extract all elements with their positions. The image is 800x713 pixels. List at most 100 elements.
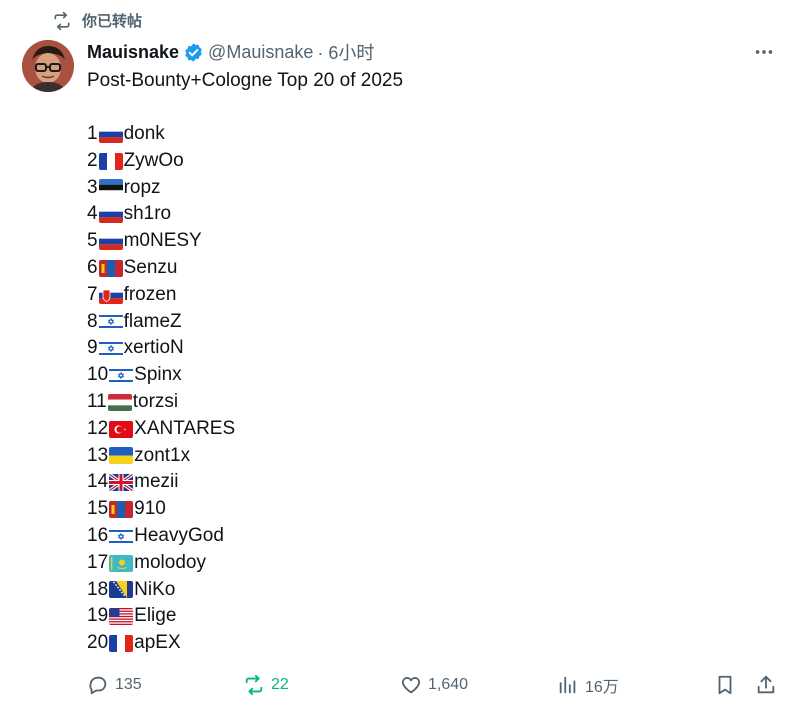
flag-ukraine-icon	[109, 447, 134, 465]
flag-israel-icon	[98, 340, 123, 358]
ranking-number: 9	[87, 337, 98, 359]
ranking-row: 7 frozen	[87, 282, 403, 309]
ranking-number: 1	[87, 123, 98, 144]
flag-hungary-icon	[107, 393, 132, 411]
player-name: torzsi	[132, 390, 179, 412]
player-name: ropz	[123, 176, 161, 198]
flag-france-icon	[98, 152, 123, 170]
ranking-number: 15	[87, 498, 109, 520]
flag-russia-icon	[98, 125, 123, 143]
player-name: frozen	[123, 283, 177, 305]
share-button[interactable]	[755, 674, 777, 696]
ranking-row: 3 ropz	[87, 175, 403, 202]
flag-usa-icon	[109, 608, 134, 626]
ranking-row: 2 ZywOo	[87, 148, 403, 175]
repost-button[interactable]: 22	[243, 674, 289, 696]
player-name: XANTARES	[134, 417, 236, 439]
player-name: Elige	[134, 605, 177, 627]
avatar[interactable]	[22, 40, 74, 92]
flag-uk-icon	[109, 474, 134, 492]
flag-israel-icon	[98, 313, 123, 331]
player-name: donk	[123, 123, 165, 144]
more-icon[interactable]	[750, 40, 778, 64]
ranking-row: 17 molodoy	[87, 550, 403, 577]
ranking-number: 14	[87, 471, 109, 493]
ranking-number: 13	[87, 444, 109, 466]
ranking-number: 10	[87, 364, 109, 386]
ranking-row: 4 sh1ro	[87, 201, 403, 228]
player-name: Spinx	[134, 364, 182, 386]
flag-estonia-icon	[98, 179, 123, 197]
ranking-number: 8	[87, 310, 98, 332]
ranking-number: 17	[87, 551, 109, 573]
ranking-row: 1 donk	[87, 121, 403, 148]
player-name: HeavyGod	[134, 524, 224, 546]
player-name: 910	[134, 498, 166, 520]
ranking-row: 16 HeavyGod	[87, 523, 403, 550]
ranking-number: 4	[87, 203, 98, 225]
player-name: NiKo	[134, 578, 176, 600]
flag-russia-icon	[98, 206, 123, 224]
views-button[interactable]: 16万	[557, 673, 619, 697]
flag-slovakia-icon	[98, 286, 123, 304]
flag-kazakhstan-icon	[109, 554, 134, 572]
player-name: sh1ro	[123, 203, 172, 225]
ranking-row: 19 Elige	[87, 603, 403, 630]
ranking-number: 2	[87, 149, 98, 171]
repost-banner-text: 你已转帖	[82, 13, 143, 30]
reply-button[interactable]: 135	[87, 674, 142, 696]
ranking-number: 12	[87, 417, 109, 439]
reply-count: 135	[115, 676, 142, 693]
player-name: apEX	[134, 632, 181, 654]
player-name: mezii	[134, 471, 179, 493]
player-name: zont1x	[134, 444, 191, 466]
flag-mongolia-icon	[109, 501, 134, 519]
ranking-number: 3	[87, 176, 98, 198]
ranking-row: 9 xertioN	[87, 335, 403, 362]
player-name: flameZ	[123, 310, 182, 332]
tweet-text: Post-Bounty+Cologne Top 20 of 2025 1 donk…	[87, 68, 403, 657]
repost-count: 22	[271, 676, 289, 693]
ranking-number: 18	[87, 578, 109, 600]
ranking-row: 14 mezii	[87, 469, 403, 496]
ranking-row: 11 torzsi	[87, 389, 403, 416]
flag-mongolia-icon	[98, 259, 123, 277]
ranking-row: 15 910	[87, 496, 403, 523]
display-name[interactable]: Mauisnake	[87, 42, 179, 63]
bookmark-button[interactable]	[714, 674, 736, 696]
ranking-row: 12 XANTARES	[87, 416, 403, 443]
player-name: xertioN	[123, 337, 184, 359]
tweet-header: Mauisnake @Mauisnake · 6小时	[87, 40, 778, 64]
player-name: ZywOo	[123, 149, 184, 171]
post-time[interactable]: · 6小时	[317, 39, 374, 65]
author-handle[interactable]: @Mauisnake	[208, 42, 313, 63]
ranking-row: 6 Senzu	[87, 255, 403, 282]
flag-turkey-icon	[109, 420, 134, 438]
ranking-number: 20	[87, 632, 109, 654]
ranking-row: 13 zont1x	[87, 443, 403, 470]
like-count: 1,640	[428, 676, 469, 693]
player-name: m0NESY	[123, 230, 202, 252]
bookmark-icon	[718, 675, 732, 695]
views-chart-icon	[559, 676, 576, 694]
repost-icon	[54, 11, 70, 30]
verified-badge-icon	[185, 42, 202, 62]
player-name: Senzu	[123, 256, 178, 278]
action-bar: 135 22 1,640 16万	[87, 670, 778, 700]
ranking-number: 6	[87, 256, 98, 278]
ranking-number: 5	[87, 230, 98, 252]
ranking-row: 18 NiKo	[87, 577, 403, 604]
ranking-list: 1 donk 2 ZywOo 3 ropz 4 sh1ro 5 m0NESY 6 Senzu 7 froz…	[87, 121, 403, 657]
ranking-row: 20 apEX	[87, 630, 403, 657]
ranking-row: 5 m0NESY	[87, 228, 403, 255]
ranking-number: 16	[87, 524, 109, 546]
views-count: 16万	[585, 679, 619, 696]
player-name: molodoy	[134, 551, 206, 573]
repost-banner: 你已转帖	[52, 10, 142, 31]
ranking-number: 7	[87, 283, 98, 305]
reply-icon	[89, 676, 107, 695]
ranking-row: 10 Spinx	[87, 362, 403, 389]
repost-icon	[245, 674, 263, 696]
like-button[interactable]: 1,640	[400, 674, 468, 696]
flag-france-icon	[109, 635, 134, 653]
